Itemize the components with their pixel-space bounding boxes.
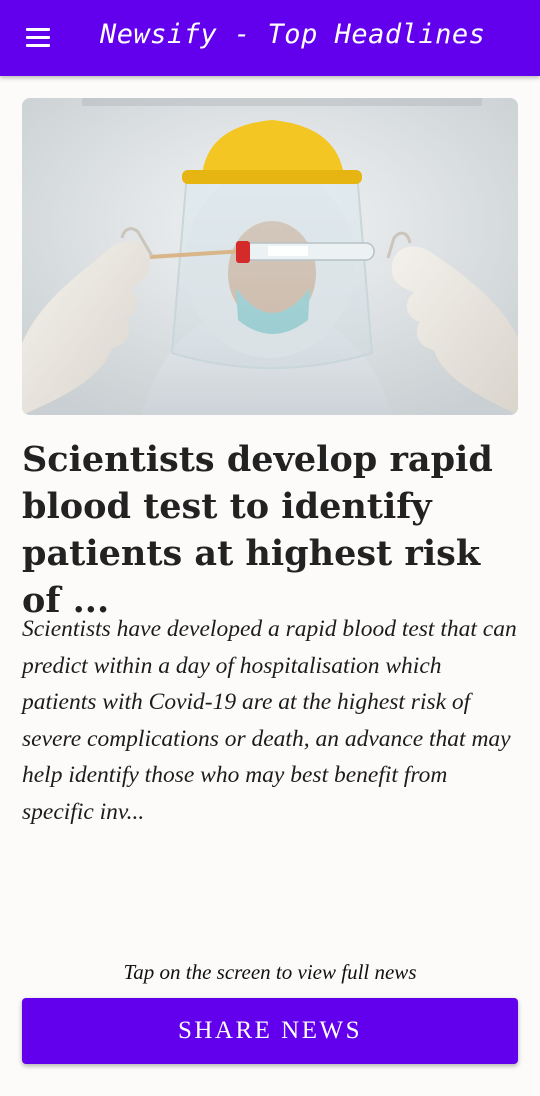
app-title: Newsify - Top Headlines (100, 19, 486, 50)
tap-hint: Tap on the screen to view full news (123, 960, 417, 984)
share-news-button[interactable]: SHARE NEWS (22, 998, 518, 1064)
article-image[interactable] (22, 98, 518, 415)
article-description[interactable]: Scientists have developed a rapid blood … (22, 611, 518, 830)
article-headline[interactable]: Scientists develop rapid blood test to i… (22, 436, 522, 624)
hamburger-menu-icon[interactable] (18, 22, 58, 54)
app-bar: Newsify - Top Headlines (0, 0, 540, 76)
article-photo (22, 98, 518, 415)
